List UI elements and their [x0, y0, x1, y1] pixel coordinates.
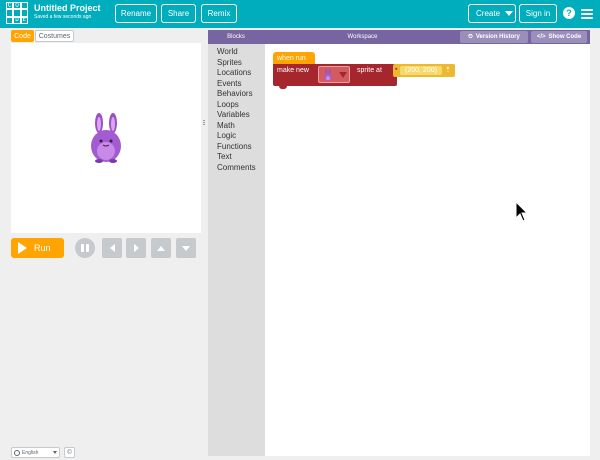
arrow-left-icon [109, 244, 115, 252]
create-label: Create [476, 9, 501, 18]
mouse-cursor-icon [515, 201, 529, 222]
panel-resize-handle[interactable] [203, 120, 205, 128]
pause-button[interactable] [75, 238, 95, 258]
blocks-label: Blocks [227, 34, 245, 40]
toolbox-category-loops[interactable]: Loops [217, 100, 265, 111]
project-title: Untitled Project [34, 3, 101, 13]
toolbox-category-locations[interactable]: Locations [217, 68, 265, 79]
language-select[interactable]: English [11, 447, 60, 458]
toolbox-category-events[interactable]: Events [217, 79, 265, 90]
arrow-down-icon [182, 245, 190, 251]
right-arrow-button[interactable] [126, 238, 146, 258]
help-icon[interactable]: ? [563, 7, 575, 19]
create-dropdown[interactable]: Create [468, 4, 516, 23]
make-new-sprite-block[interactable]: make new sprite at [273, 64, 397, 89]
toolbox-category-logic[interactable]: Logic [217, 131, 265, 142]
code-logo[interactable]: C O D E [6, 2, 28, 24]
logo-letter-c: C [6, 1, 14, 10]
language-value: English [22, 449, 39, 456]
costume-dropdown[interactable] [318, 66, 350, 83]
toolbox-category-behaviors[interactable]: Behaviors [217, 89, 265, 100]
location-value[interactable]: (200, 200) [400, 66, 442, 75]
up-arrow-button[interactable] [151, 238, 171, 258]
chevron-down-icon [339, 72, 347, 78]
make-new-label: make new [277, 67, 309, 74]
saved-status: Saved a few seconds ago [34, 14, 92, 20]
play-icon [18, 242, 27, 254]
signin-button[interactable]: Sign in [519, 4, 557, 23]
logo-letter-o: O [13, 1, 21, 10]
bunny-sprite [91, 113, 121, 163]
show-code-label: Show Code [548, 34, 582, 40]
globe-icon [14, 449, 20, 456]
hamburger-menu-icon[interactable] [581, 9, 593, 19]
tab-costumes[interactable]: Costumes [35, 30, 74, 42]
chevron-down-icon [505, 11, 514, 16]
run-button[interactable]: Run [11, 238, 64, 258]
remix-button[interactable]: Remix [201, 4, 237, 23]
clock-icon: ⏲ [468, 33, 473, 40]
arrow-right-icon [133, 244, 139, 252]
toolbox-category-sprites[interactable]: Sprites [217, 58, 265, 69]
tab-code[interactable]: Code [11, 30, 34, 42]
run-label: Run [34, 243, 51, 253]
version-history-button[interactable]: ⏲ Version History [460, 31, 528, 43]
toolbox-category-comments[interactable]: Comments [217, 163, 265, 174]
version-history-label: Version History [475, 34, 520, 40]
show-code-button[interactable]: </> Show Code [531, 31, 587, 43]
arrow-up-icon [157, 245, 165, 251]
toolbox-category-text[interactable]: Text [217, 152, 265, 163]
down-arrow-button[interactable] [176, 238, 196, 258]
bunny-costume-icon [324, 69, 332, 81]
location-block[interactable]: ▪ (200, 200) ⇡ [393, 64, 455, 77]
game-stage[interactable] [11, 43, 201, 233]
toolbox-category-functions[interactable]: Functions [217, 142, 265, 153]
left-arrow-button[interactable] [102, 238, 122, 258]
block-toolbox: World Sprites Locations Events Behaviors… [208, 44, 265, 456]
workspace-title: Workspace [347, 34, 378, 40]
code-workspace[interactable] [265, 44, 590, 456]
logo-letter-e: E [20, 16, 28, 24]
copyright-button[interactable]: © [64, 447, 75, 458]
toolbox-category-world[interactable]: World [217, 47, 265, 58]
rename-button[interactable]: Rename [115, 4, 157, 23]
chevron-down-icon [53, 451, 57, 454]
toolbox-category-variables[interactable]: Variables [217, 110, 265, 121]
toolbox-category-math[interactable]: Math [217, 121, 265, 132]
logo-letter-d: D [13, 16, 21, 24]
sprite-at-label: sprite at [357, 67, 382, 74]
location-picker-icon[interactable]: ⇡ [445, 66, 451, 74]
share-button[interactable]: Share [161, 4, 196, 23]
location-pin-icon: ▪ [395, 66, 398, 73]
code-icon: </> [536, 34, 546, 40]
